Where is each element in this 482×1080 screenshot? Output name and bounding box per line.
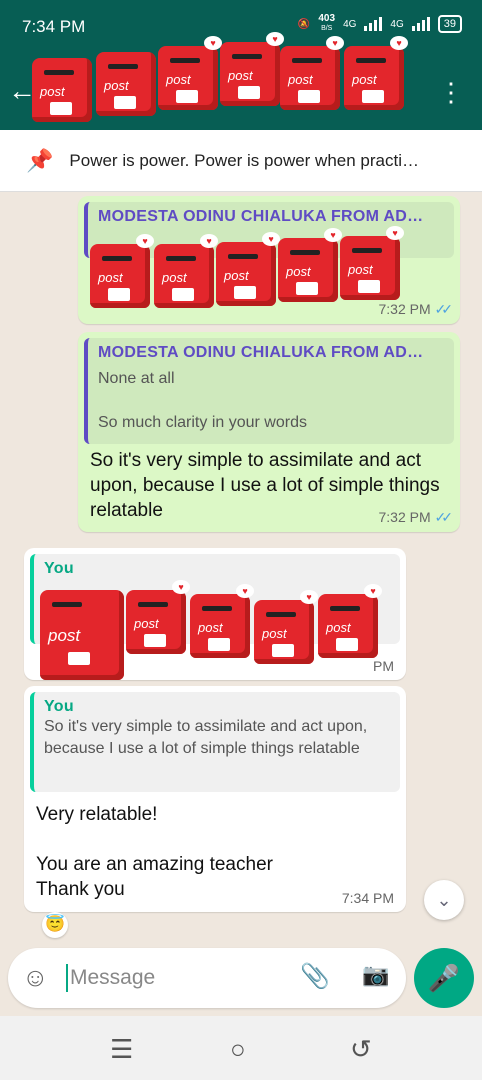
recents-icon[interactable]: ☰ [110,1034,133,1065]
network-speed: 403 B/S [318,14,335,34]
mailbox-sticker: post ♥ [126,580,190,654]
mic-icon[interactable]: 🎤 [414,948,474,1008]
mailbox-sticker: post ♥ [216,232,280,306]
pinned-text: Power is power. Power is power when prac… [69,150,419,170]
status-time: 7:34 PM [22,17,86,36]
status-icons: 🔕 403 B/S 4G 4G 39 [298,14,462,34]
message-composer: ☺ 📎 📷 [8,948,406,1008]
message-text-line: Thank you [36,879,125,900]
quote-author: MODESTA ODINU CHIALUKA FROM AD… [98,344,424,361]
speed-unit: B/S [321,25,333,32]
message-text-line: You are an amazing teacher [36,854,273,875]
emoji-icon[interactable]: ☺ [22,962,49,993]
read-ticks-icon: ✓✓ [434,301,454,317]
mailbox-sticker: post ♥ [190,584,254,658]
system-nav-bar: ☰ ○ ↺ [0,1016,482,1080]
message-time: 7:32 PM ✓✓ [378,301,454,317]
network-2-label: 4G [390,18,404,30]
network-1-label: 4G [343,18,357,30]
read-ticks-icon: ✓✓ [434,509,454,525]
quote-author: You [44,698,74,715]
mailbox-sticker: post ♥ [318,584,382,658]
message-bubble-incoming[interactable]: You So it's very simple to assimilate an… [24,686,406,912]
mailbox-sticker: post ♥ [90,234,154,308]
message-bubble-outgoing[interactable]: MODESTA ODINU CHIALUKA FROM AD… None at … [78,332,460,532]
home-icon[interactable]: ○ [230,1034,246,1065]
camera-icon[interactable]: 📷 [362,962,389,988]
mailbox-sticker: post ♥ [280,36,344,110]
mailbox-sticker: post [96,52,156,116]
signal-icon [364,17,383,31]
quote-text-line: None at all [98,370,175,387]
mailbox-sticker: post ♥ [154,234,218,308]
signal-icon-2 [411,17,430,31]
reaction-emoji[interactable]: 😇 [42,912,68,938]
more-vert-icon[interactable]: ⋮ [438,77,464,108]
quoted-message[interactable]: You So it's very simple to assimilate an… [30,692,400,792]
double-chevron-down-icon[interactable]: ⌄ [424,880,464,920]
mailbox-sticker: post [32,58,92,122]
message-text-line: Very relatable! [36,804,158,825]
speed-value: 403 [318,13,336,24]
paperclip-icon[interactable]: 📎 [300,962,330,991]
back-nav-icon[interactable]: ↺ [350,1034,372,1065]
quote-author: MODESTA ODINU CHIALUKA FROM AD… [98,208,424,225]
mailbox-sticker: post ♥ [344,36,408,110]
battery-icon: 39 [437,15,462,33]
quote-text-line: So much clarity in your words [98,414,307,431]
message-time: 7:32 PM ✓✓ [378,509,454,525]
mailbox-sticker: post ♥ [278,228,342,302]
message-time: PM [373,658,394,674]
mailbox-sticker: post ♥ [220,32,284,106]
pinned-message-bar[interactable]: 📌 Power is power. Power is power when pr… [0,130,482,192]
mailbox-sticker: post ♥ [254,590,318,664]
quoted-message[interactable]: MODESTA ODINU CHIALUKA FROM AD… None at … [84,338,454,444]
mailbox-sticker: post [40,590,124,680]
message-input[interactable] [66,964,286,992]
quote-text: So it's very simple to assimilate and ac… [44,718,368,757]
mailbox-sticker: post ♥ [158,36,222,110]
pin-icon: 📌 [26,147,54,173]
mailbox-sticker: post ♥ [340,226,404,300]
message-time: 7:34 PM [341,890,394,906]
mute-icon: 🔕 [297,18,311,30]
quote-author: You [44,560,74,577]
